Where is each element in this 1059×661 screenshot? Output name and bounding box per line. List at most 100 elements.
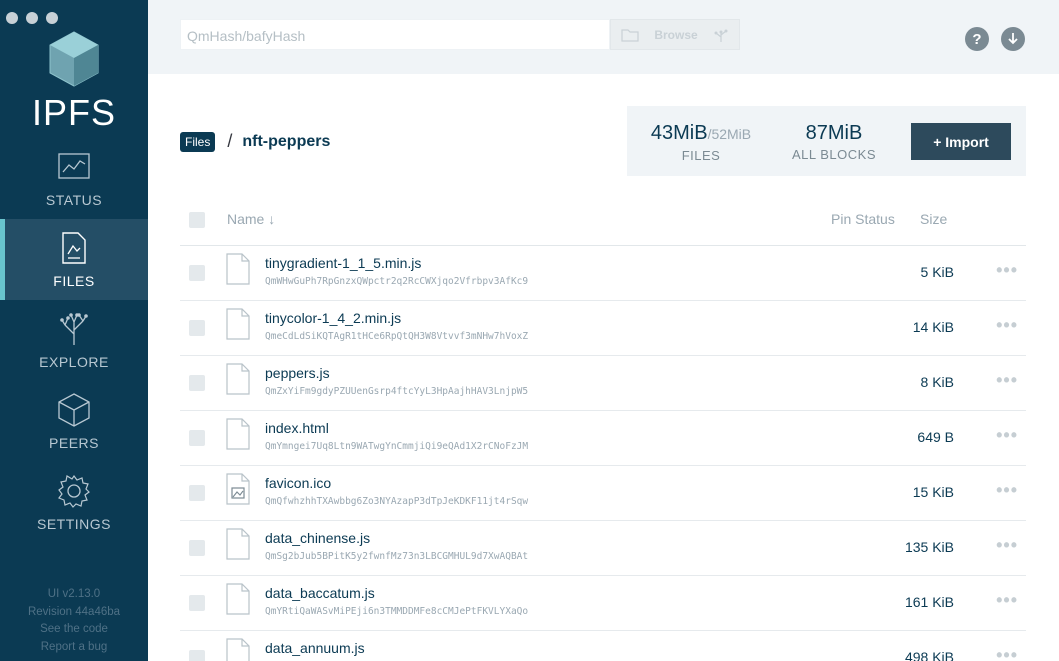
breadcrumb-current-folder[interactable]: nft-peppers <box>242 133 330 151</box>
sidebar-item-settings[interactable]: SETTINGS <box>0 462 148 543</box>
file-list: tinygradient-1_1_5.min.js QmWHwGuPh7RpGnz… <box>180 246 1026 661</box>
sidebar-nav: STATUS FILES EXPLORE PEERS SETTINGS <box>0 138 148 543</box>
file-name[interactable]: data_chinense.js <box>265 530 370 546</box>
document-file-icon <box>226 638 250 661</box>
file-size: 161 KiB <box>904 594 954 610</box>
more-options-icon[interactable]: ••• <box>996 645 1018 661</box>
sidebar-item-files[interactable]: FILES <box>0 219 148 300</box>
row-checkbox[interactable] <box>189 650 205 661</box>
more-options-icon[interactable]: ••• <box>996 315 1018 336</box>
folder-icon <box>621 28 639 42</box>
sidebar-item-label: STATUS <box>45 191 103 208</box>
minimize-window-button[interactable] <box>26 12 38 24</box>
files-total: /52MiB <box>707 126 752 142</box>
name-column-header[interactable]: Name ↓ <box>227 211 275 227</box>
more-options-icon[interactable]: ••• <box>996 425 1018 446</box>
row-checkbox[interactable] <box>189 265 205 281</box>
table-row[interactable]: favicon.ico QmQfwhzhhTXAwbbg6Zo3NYAzapP3d… <box>180 466 1026 521</box>
select-all-checkbox[interactable] <box>189 212 205 228</box>
file-hash: QmSg2bJub5BPitK5y2fwnfMz73n3LBCGMHUL9d7X… <box>265 551 529 562</box>
help-icon[interactable]: ? <box>965 27 989 51</box>
file-name[interactable]: peppers.js <box>265 365 330 381</box>
ipfs-logo[interactable]: IPFS <box>0 30 148 134</box>
file-hash: QmYmngei7Uq8Ltn9WATwgYnCmmjiQi9eQAd1X2rC… <box>265 441 529 452</box>
logo-text: IPFS <box>31 92 116 133</box>
blocks-size: 87MiB <box>805 122 863 144</box>
sidebar-item-status[interactable]: STATUS <box>0 138 148 219</box>
file-name[interactable]: tinygradient-1_1_5.min.js <box>265 255 421 271</box>
table-row[interactable]: data_baccatum.js QmYRtiQaWASvMiPEji6n3TMM… <box>180 576 1026 631</box>
more-options-icon[interactable]: ••• <box>996 590 1018 611</box>
ipfs-cube-icon <box>49 31 99 87</box>
table-row[interactable]: data_chinense.js QmSg2bJub5BPitK5y2fwnfMz… <box>180 521 1026 576</box>
files-stat-label: FILES <box>681 148 721 163</box>
breadcrumb: Files / nft-peppers <box>180 131 330 152</box>
maximize-window-button[interactable] <box>46 12 58 24</box>
breadcrumb-separator: / <box>227 131 233 151</box>
table-row[interactable]: peppers.js QmZxYiFm9gdyPZUUenGsrp4ftcYyL3… <box>180 356 1026 411</box>
files-icon <box>57 231 91 265</box>
file-size: 15 KiB <box>912 484 954 500</box>
blocks-stat: 87MiB ALL BLOCKS <box>779 122 889 162</box>
revision-link[interactable]: Revision 44a46ba <box>0 604 148 622</box>
ui-version: UI v2.13.0 <box>47 588 101 600</box>
files-size: 43MiB <box>650 122 708 144</box>
report-bug-link[interactable]: Report a bug <box>0 639 148 657</box>
row-checkbox[interactable] <box>189 320 205 336</box>
size-column-header[interactable]: Size <box>920 211 947 227</box>
more-options-icon[interactable]: ••• <box>996 260 1018 281</box>
file-name[interactable]: data_baccatum.js <box>265 585 375 601</box>
file-name[interactable]: index.html <box>265 420 329 436</box>
row-checkbox[interactable] <box>189 595 205 611</box>
file-name[interactable]: tinycolor-1_4_2.min.js <box>265 310 401 326</box>
more-options-icon[interactable]: ••• <box>996 370 1018 391</box>
file-hash: QmYRtiQaWASvMiPEji6n3TMMDDMFe8cCMJePtFKV… <box>265 606 529 617</box>
top-bar: QmHash/bafyHash Browse ? <box>148 0 1059 74</box>
import-button[interactable]: + Import <box>911 123 1011 160</box>
table-row[interactable]: tinycolor-1_4_2.min.js QmeCdLdSiKQTAgR1tH… <box>180 301 1026 356</box>
file-name[interactable]: favicon.ico <box>265 475 331 491</box>
file-hash: QmeCdLdSiKQTAgR1tHCe6RpQtQH3W8Vtvvf3mNHw… <box>265 331 529 342</box>
file-name[interactable]: data_annuum.js <box>265 640 365 656</box>
explore-tree-icon <box>714 29 728 42</box>
sidebar-item-peers[interactable]: PEERS <box>0 381 148 462</box>
file-size: 649 B <box>917 429 954 445</box>
status-chart-icon <box>57 150 91 184</box>
document-file-icon <box>226 583 250 620</box>
settings-gear-icon <box>57 474 91 508</box>
document-file-icon <box>226 308 250 345</box>
peers-cube-icon <box>57 392 91 427</box>
browse-label: Browse <box>654 27 698 42</box>
file-size: 5 KiB <box>920 264 954 280</box>
storage-stats: 43MiB/52MiB FILES 87MiB ALL BLOCKS + Imp… <box>627 106 1026 176</box>
more-options-icon[interactable]: ••• <box>996 480 1018 501</box>
pin-status-column-header[interactable]: Pin Status <box>831 211 895 227</box>
files-stat: 43MiB/52MiB FILES <box>641 122 761 163</box>
row-checkbox[interactable] <box>189 485 205 501</box>
breadcrumb-root-files[interactable]: Files <box>180 131 216 152</box>
table-row[interactable]: index.html QmYmngei7Uq8Ltn9WATwgYnCmmjiQi… <box>180 411 1026 466</box>
sidebar-item-label: EXPLORE <box>39 353 109 370</box>
sidebar-item-label: PEERS <box>49 434 99 451</box>
file-size: 14 KiB <box>912 319 954 335</box>
more-options-icon[interactable]: ••• <box>996 535 1018 556</box>
row-checkbox[interactable] <box>189 375 205 391</box>
top-icons: ? <box>965 27 1025 51</box>
file-table-header: Name ↓ Pin Status Size <box>180 196 1026 246</box>
row-checkbox[interactable] <box>189 540 205 556</box>
sidebar-item-label: SETTINGS <box>36 515 111 532</box>
hash-search-input[interactable]: QmHash/bafyHash <box>180 19 610 50</box>
sidebar-item-label: FILES <box>53 272 95 289</box>
file-hash: QmWHwGuPh7RpGnzxQWpctr2q2RcCWXjqo2Vfrbpv… <box>265 276 529 287</box>
sidebar-item-explore[interactable]: EXPLORE <box>0 300 148 381</box>
row-checkbox[interactable] <box>189 430 205 446</box>
browse-button[interactable]: Browse <box>610 19 740 50</box>
see-code-link[interactable]: See the code <box>0 621 148 639</box>
update-icon[interactable] <box>1001 27 1025 51</box>
close-window-button[interactable] <box>6 12 18 24</box>
file-size: 135 KiB <box>904 539 954 555</box>
file-hash: QmZxYiFm9gdyPZUUenGsrp4ftcYyL3HpAajhHAV3… <box>265 386 529 397</box>
table-row[interactable]: data_annuum.js 498 KiB ••• <box>180 631 1026 661</box>
sidebar-footer: UI v2.13.0 Revision 44a46ba See the code… <box>0 586 148 656</box>
table-row[interactable]: tinygradient-1_1_5.min.js QmWHwGuPh7RpGnz… <box>180 246 1026 301</box>
